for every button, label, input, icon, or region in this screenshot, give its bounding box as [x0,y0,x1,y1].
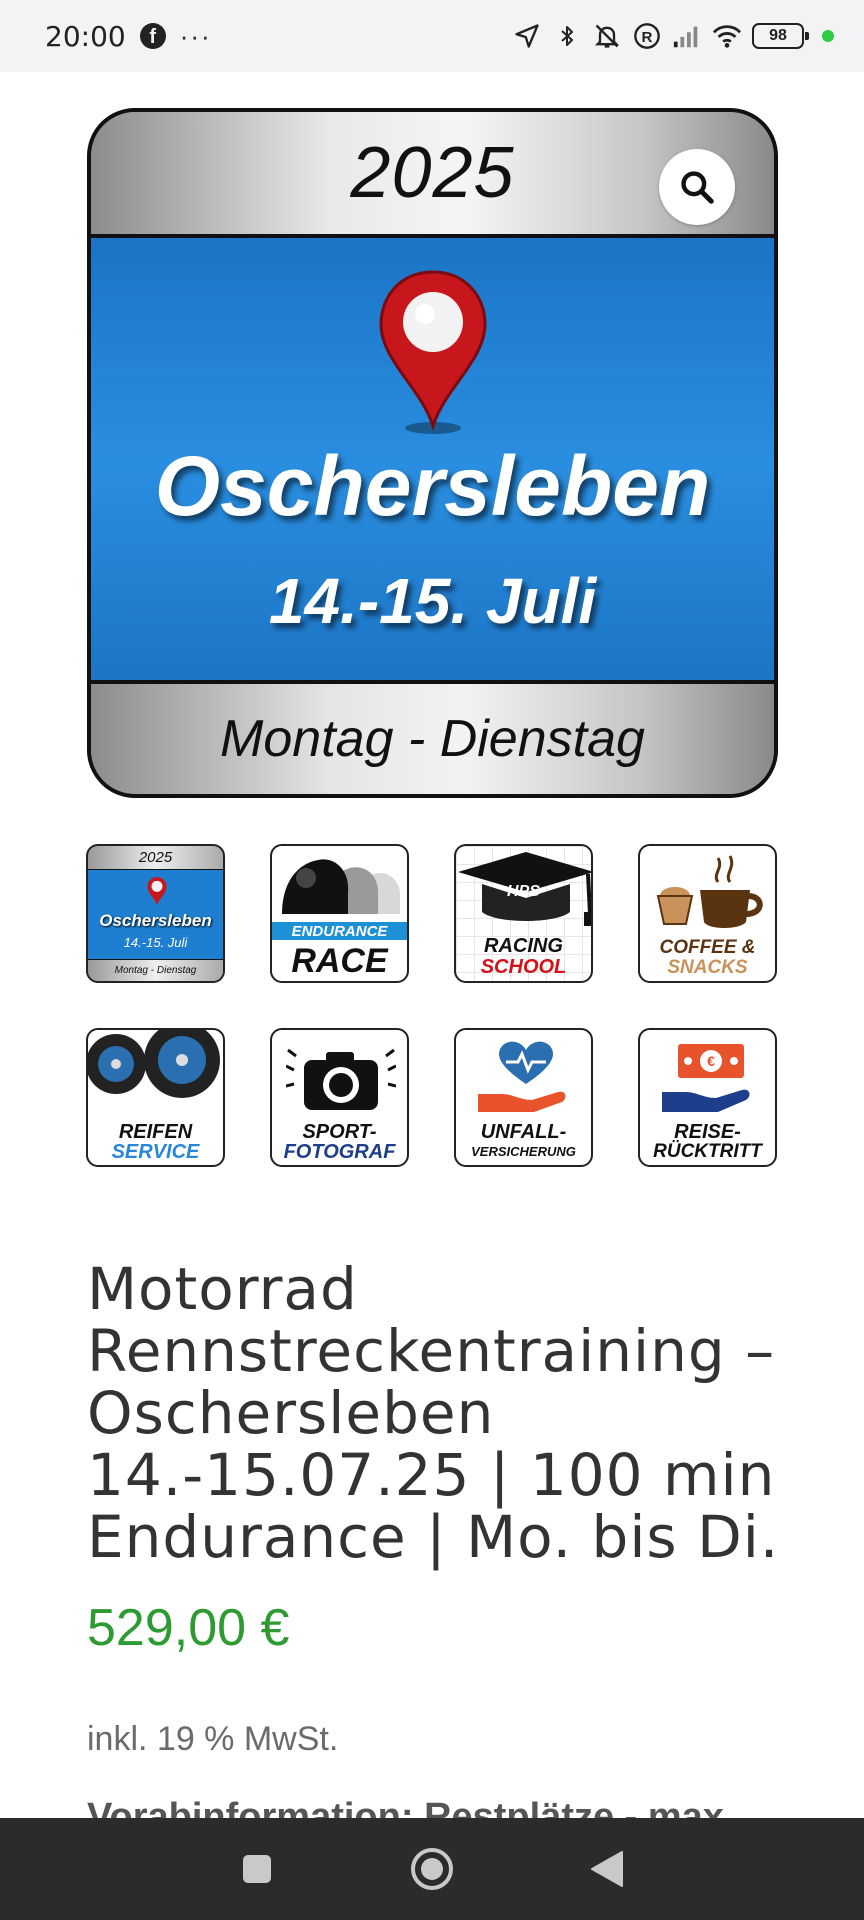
title-line: Rennstreckentraining – [87,1317,776,1385]
thumb-racing-line2: SCHOOL [480,956,567,978]
thumb-reise-line1: REISE- [674,1121,741,1143]
status-bar: 20:00 f ··· R 98 [0,0,864,72]
silent-icon [592,21,622,51]
map-pin-icon [379,270,487,434]
thumb-reiseruecktritt[interactable]: € REISE- RÜCKTRITT [638,1028,777,1167]
home-icon [410,1848,453,1890]
system-nav-bar [0,1818,864,1920]
hero-city: Oschersleben [154,439,711,533]
title-line: Oschersleben [87,1379,495,1447]
thumb-coffee-line2: SNACKS [667,957,748,978]
back-button[interactable] [577,1839,637,1899]
location-icon [512,21,542,51]
thumb-racing-line1: RACING [484,935,563,957]
thumb-unfall-line2: VERSICHERUNG [471,1144,576,1159]
status-right: R 98 [512,21,834,51]
heart-hand-icon [478,1041,566,1112]
thumb-reifen-line2: SERVICE [111,1141,200,1163]
thumb-reifen-service[interactable]: REIFEN SERVICE [86,1028,225,1167]
registered-icon: R [632,21,662,51]
thumb-endurance-line1: ENDURANCE [291,923,388,940]
zoom-button[interactable] [659,149,735,225]
privacy-indicator-dot [822,30,834,42]
signal-icon [672,21,702,51]
recents-icon [243,1855,272,1883]
screen: 20:00 f ··· R 98 2025 Oschersleben 14.-1… [0,0,864,1920]
thumb-event-date: 14.-15. Juli [123,935,188,950]
thumb-event[interactable]: 2025 Oschersleben 14.-15. Juli Montag - … [86,844,225,983]
title-line: Motorrad [87,1255,358,1323]
coffee-cup-icon [656,855,763,928]
thumb-foto-line1: SPORT- [302,1121,377,1143]
recents-button[interactable] [227,1839,287,1899]
search-icon [681,171,714,204]
thumb-coffee-line1: COFFEE & [659,937,756,958]
hps-badge: HPS [507,883,540,900]
product-price: 529,00 € [87,1599,290,1657]
battery-icon: 98 [752,23,809,49]
hero-date: 14.-15. Juli [268,565,597,637]
back-icon [590,1851,623,1887]
home-button[interactable] [402,1839,462,1899]
more-notifications-icon: ··· [179,20,212,51]
motorcycle-riders-icon [282,859,400,914]
thumb-unfall-line1: UNFALL- [480,1121,567,1143]
money-hand-icon: € [662,1044,750,1112]
thumb-reise-line2: RÜCKTRITT [653,1141,762,1162]
map-pin-icon [147,877,167,906]
camera-icon [286,1048,396,1110]
thumb-reifen-line1: REIFEN [118,1121,193,1143]
hero-days: Montag - Dienstag [220,710,645,768]
tires-icon [88,1030,220,1098]
title-line: 14.-15.07.25 | 100 min [87,1441,776,1509]
bluetooth-icon [552,21,582,51]
thumb-coffee-snacks[interactable]: COFFEE & SNACKS [638,844,777,983]
thumb-event-days: Montag - Dienstag [88,959,223,981]
thumb-event-year: 2025 [88,846,223,870]
hero-center-panel: Oschersleben 14.-15. Juli [91,238,774,688]
thumb-unfallversicherung[interactable]: UNFALL- VERSICHERUNG [454,1028,593,1167]
hero-year: 2025 [350,133,515,213]
wifi-icon [712,21,742,51]
thumb-endurance-line2: RACE [291,942,388,980]
thumb-racing-school[interactable]: HPS RACING SCHOOL [454,844,593,983]
thumb-event-city: Oschersleben [99,911,212,930]
hero-days-banner: Montag - Dienstag [91,680,774,794]
svg-text:R: R [642,29,653,46]
product-title: Motorrad Rennstreckentraining – Oschersl… [87,1258,787,1568]
svg-text:€: € [707,1053,715,1069]
thumb-endurance-race[interactable]: ENDURANCE RACE [270,844,409,983]
tax-note: inkl. 19 % MwSt. [87,1720,339,1758]
status-left: 20:00 f ··· [45,20,212,53]
status-time: 20:00 [45,19,126,53]
thumb-sport-fotograf[interactable]: SPORT- FOTOGRAF [270,1028,409,1167]
thumb-foto-line2: FOTOGRAF [283,1141,396,1163]
facebook-icon: f [139,23,166,49]
title-line: Endurance | Mo. bis Di. [87,1503,780,1571]
